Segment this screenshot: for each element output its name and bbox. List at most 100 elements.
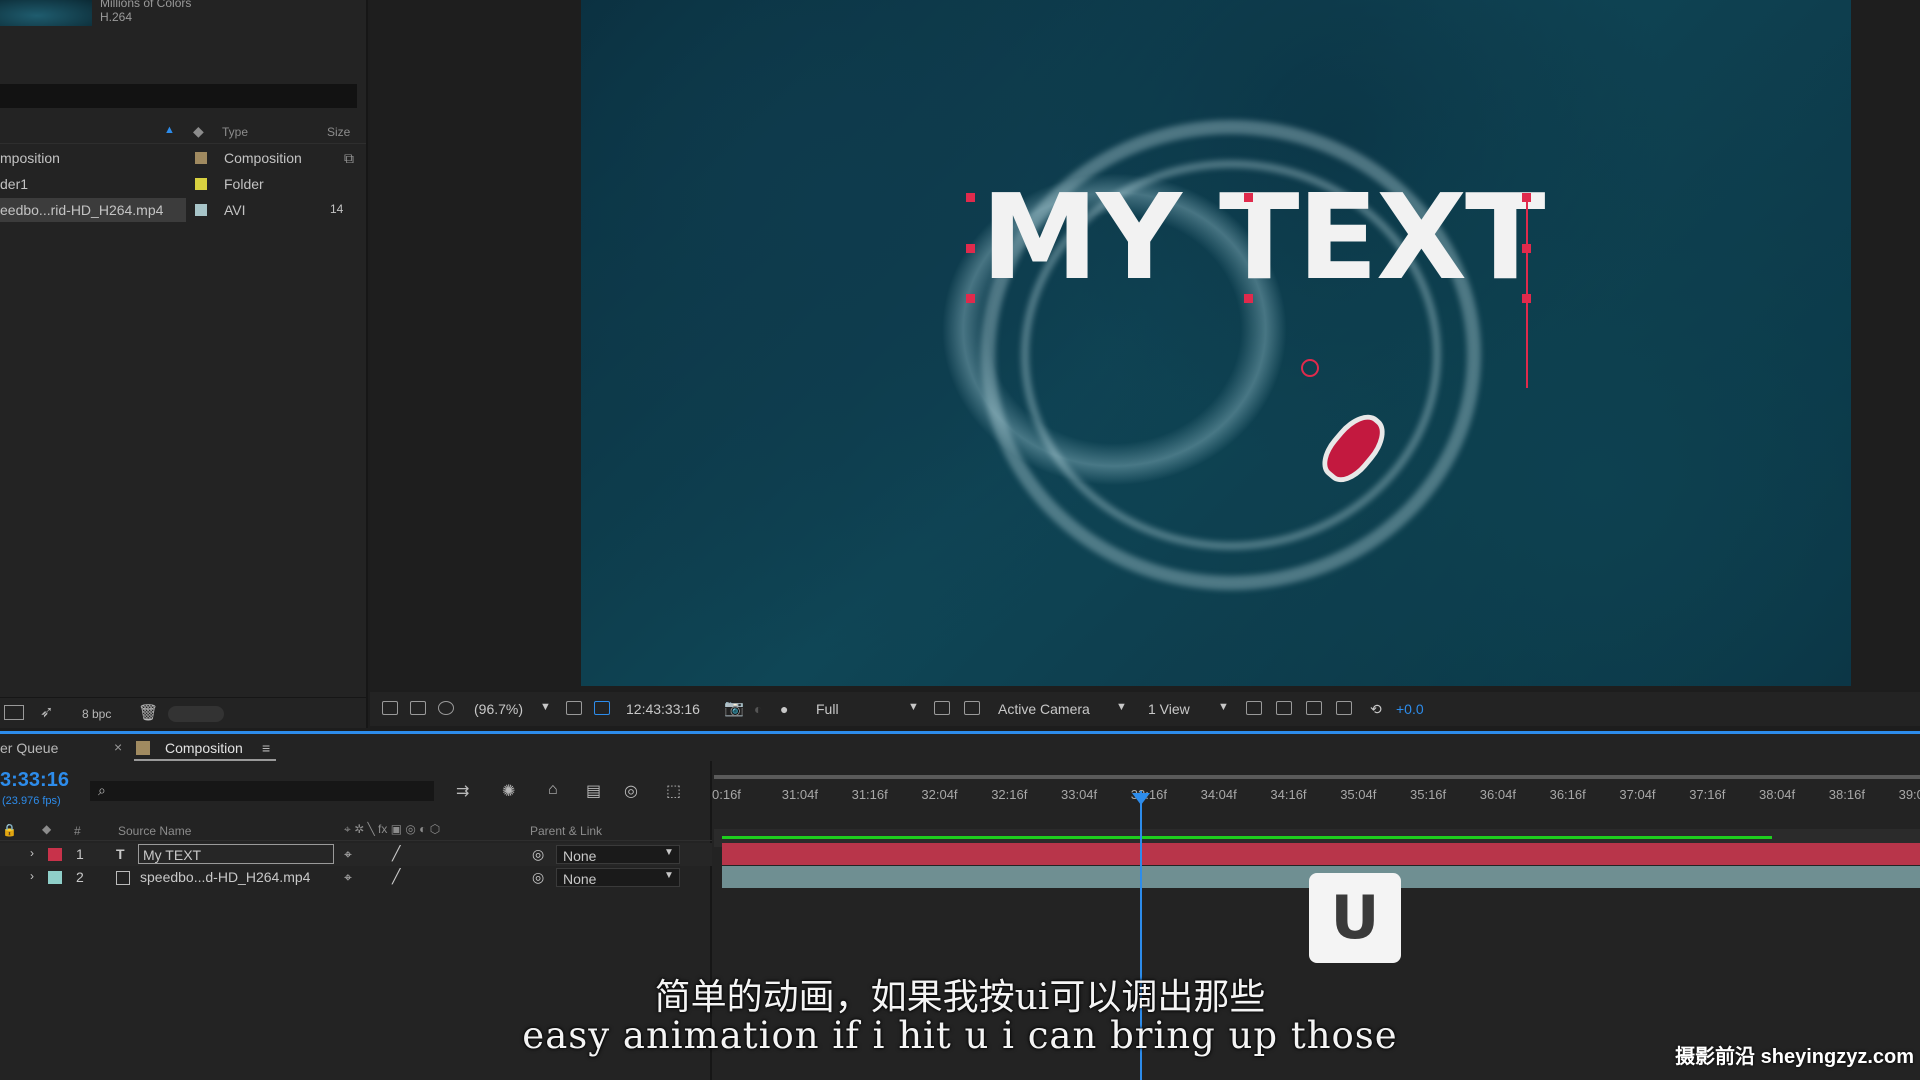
bounding-handle[interactable]: [966, 193, 975, 202]
bounding-handle[interactable]: [966, 244, 975, 253]
project-item-name: mposition: [0, 150, 60, 166]
label-swatch[interactable]: [195, 204, 207, 216]
mask-visibility-icon[interactable]: [438, 701, 454, 715]
bounding-handle[interactable]: [1244, 294, 1253, 303]
exposure-value[interactable]: +0.0: [1396, 701, 1424, 717]
flowchart-icon[interactable]: ⧉: [344, 150, 354, 167]
always-preview-icon[interactable]: [382, 701, 398, 715]
chevron-down-icon[interactable]: ▼: [540, 701, 551, 713]
column-source-name[interactable]: Source Name: [118, 824, 191, 838]
quality-icon[interactable]: ╱: [392, 868, 400, 885]
view-layout-dropdown[interactable]: 1 View: [1148, 701, 1190, 717]
parent-dropdown[interactable]: None: [556, 845, 680, 864]
project-item[interactable]: mposition Composition ⧉: [0, 146, 366, 172]
watermark: 摄影前沿 sheyingzyz.com: [1675, 1046, 1914, 1068]
bounding-edge: [1526, 198, 1528, 388]
ruler-tick-label: 34:04f: [1200, 787, 1237, 802]
3d-renderer-icon[interactable]: [1276, 701, 1292, 715]
comp-frame[interactable]: MY TEXT: [581, 0, 1851, 686]
project-item[interactable]: der1 Folder: [0, 172, 366, 198]
layer-label-color[interactable]: [48, 848, 62, 861]
chevron-down-icon[interactable]: ▼: [1116, 701, 1127, 713]
color-channels-icon[interactable]: ●: [780, 701, 788, 717]
collapse-transformations-icon[interactable]: ⌖: [344, 869, 352, 886]
time-ruler[interactable]: 0:16f 31:04f 31:16f 32:04f 32:16f 33:04f 33:16…: [712, 775, 1920, 805]
pick-whip-icon[interactable]: ◎: [532, 846, 544, 863]
flowchart-icon[interactable]: [1336, 701, 1352, 715]
playhead-handle[interactable]: [1132, 793, 1150, 805]
switches-icons: ⌖ ✲ ╲ fx ▣ ◎ ◐ ⬡: [344, 822, 441, 836]
panel-menu-icon[interactable]: ≡: [262, 740, 270, 756]
column-parent-link[interactable]: Parent & Link: [530, 824, 602, 838]
chevron-down-icon[interactable]: ▼: [664, 870, 674, 881]
column-type[interactable]: Type: [222, 125, 248, 139]
parent-dropdown[interactable]: None: [556, 868, 680, 887]
ruler-tick-label: 0:16f: [712, 787, 741, 802]
bit-depth-button[interactable]: 8 bpc: [82, 707, 111, 721]
layer-name-field[interactable]: My TEXT: [138, 844, 334, 864]
current-timecode[interactable]: 12:43:33:16: [626, 701, 700, 717]
layer-row[interactable]: › 1 T My TEXT ⌖ ╱ ◎ None ▼: [0, 843, 712, 866]
graph-editor-icon[interactable]: ⬚: [666, 781, 681, 801]
chevron-down-icon[interactable]: ▼: [1218, 701, 1229, 713]
quality-icon[interactable]: ╱: [392, 845, 400, 862]
interpret-footage-icon[interactable]: [4, 705, 24, 720]
trash-icon[interactable]: 🗑: [138, 703, 158, 723]
frame-blending-icon[interactable]: ▤: [586, 781, 601, 801]
flowchart-arrow-icon[interactable]: ➶: [40, 702, 53, 722]
label-tag-icon[interactable]: ◆: [42, 822, 51, 836]
layer-name[interactable]: speedbo...d-HD_H264.mp4: [140, 869, 310, 885]
collapse-transformations-icon[interactable]: ⌖: [344, 846, 352, 863]
tab-composition[interactable]: Composition: [165, 740, 243, 756]
close-icon[interactable]: ×: [114, 739, 122, 755]
label-swatch[interactable]: [195, 178, 207, 190]
label-swatch[interactable]: [195, 152, 207, 164]
grid-icon[interactable]: [566, 701, 582, 715]
composition-viewer[interactable]: MY TEXT: [370, 0, 1920, 690]
region-of-interest-icon[interactable]: [594, 701, 610, 715]
column-number[interactable]: #: [74, 824, 81, 838]
chevron-down-icon[interactable]: ▼: [908, 701, 919, 713]
thumbnail-transparency-toggle[interactable]: [168, 706, 224, 722]
motion-blur-icon[interactable]: ◎: [624, 781, 638, 801]
show-snapshot-icon[interactable]: ◐: [754, 701, 762, 717]
resolution-dropdown[interactable]: Full: [816, 701, 839, 717]
chevron-right-icon[interactable]: ›: [30, 869, 34, 883]
project-search-input[interactable]: [0, 84, 357, 108]
lock-icon[interactable]: 🔒: [2, 823, 17, 837]
sort-ascending-icon[interactable]: ▲: [164, 124, 175, 136]
label-tag-icon[interactable]: ◆: [193, 123, 204, 140]
layer-search-input[interactable]: ⌕: [90, 781, 434, 801]
panel-tabs: er Queue × Composition ≡: [0, 731, 1920, 761]
draft-3d-icon[interactable]: ✺: [502, 781, 515, 801]
transparency-grid-icon[interactable]: [964, 701, 980, 715]
layer-label-color[interactable]: [48, 871, 62, 884]
monitor-icon[interactable]: [410, 701, 426, 715]
shy-layers-icon[interactable]: ⌂: [548, 781, 558, 799]
footage-thumbnail: [0, 0, 92, 26]
ruler-tick-label: 32:16f: [991, 787, 1028, 802]
composition-mini-flowchart-icon[interactable]: ⇉: [456, 781, 469, 801]
camera-dropdown[interactable]: Active Camera: [998, 701, 1090, 717]
chevron-right-icon[interactable]: ›: [30, 846, 34, 860]
bounding-handle[interactable]: [1244, 193, 1253, 202]
composition-icon: [136, 741, 150, 755]
pick-whip-icon[interactable]: ◎: [532, 869, 544, 886]
snapshot-camera-icon[interactable]: 📷: [724, 698, 744, 718]
current-time-display[interactable]: 3:33:16: [0, 769, 69, 792]
timeline-icon[interactable]: [1306, 701, 1322, 715]
column-size[interactable]: Size: [327, 125, 350, 139]
fast-previews-icon[interactable]: [934, 701, 950, 715]
bounding-handle[interactable]: [966, 294, 975, 303]
layer-row[interactable]: › 2 speedbo...d-HD_H264.mp4 ⌖ ╱ ◎ None ▼: [0, 866, 712, 889]
chevron-down-icon[interactable]: ▼: [664, 847, 674, 858]
toggle-pixel-aspect-icon[interactable]: [1246, 701, 1262, 715]
layer-bar-my-text[interactable]: [722, 843, 1920, 865]
anchor-point-icon[interactable]: [1301, 359, 1319, 377]
project-item-size: 14: [330, 202, 344, 216]
zoom-dropdown[interactable]: (96.7%): [474, 701, 523, 717]
tab-render-queue[interactable]: er Queue: [0, 740, 58, 756]
project-item-selected[interactable]: eedbo...rid-HD_H264.mp4 AVI 14: [0, 198, 366, 224]
reset-exposure-icon[interactable]: ⟲: [1370, 701, 1382, 718]
my-text-layer[interactable]: MY TEXT: [981, 178, 1546, 296]
